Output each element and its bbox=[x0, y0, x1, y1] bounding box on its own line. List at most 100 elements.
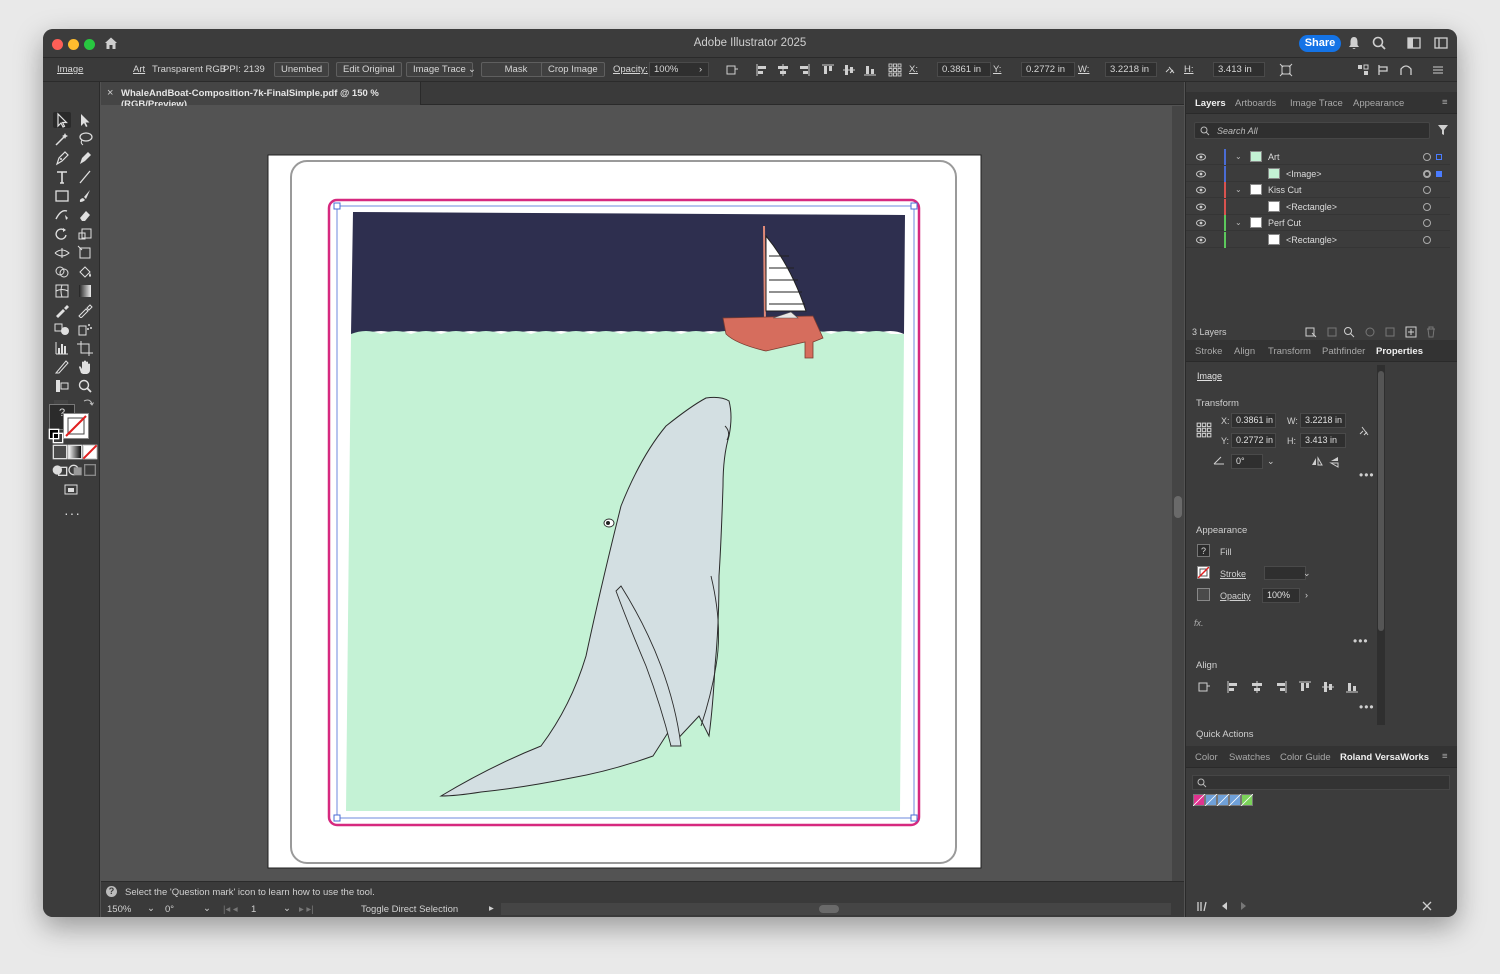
properties-scroll-thumb[interactable] bbox=[1378, 371, 1384, 631]
tab-layers[interactable]: Layers bbox=[1195, 98, 1226, 109]
target-circle-icon[interactable] bbox=[1423, 219, 1431, 227]
layer-name[interactable]: <Rectangle> bbox=[1286, 235, 1337, 245]
status-menu-arrow-icon[interactable]: ▸ bbox=[489, 903, 494, 914]
opacity-label[interactable]: Opacity: bbox=[613, 64, 648, 75]
align-bottom-icon[interactable] bbox=[863, 63, 877, 77]
properties-selection-type[interactable]: Image bbox=[1197, 371, 1222, 381]
tab-swatches[interactable]: Swatches bbox=[1229, 752, 1270, 763]
opacity-field[interactable]: 100% bbox=[1262, 588, 1300, 603]
print-tiling-tool-icon[interactable] bbox=[53, 378, 71, 394]
layer-name[interactable]: <Image> bbox=[1286, 169, 1322, 179]
measure-tool-icon[interactable] bbox=[76, 302, 94, 319]
align-right-icon[interactable] bbox=[1274, 680, 1288, 694]
rotation-value[interactable]: 0° bbox=[165, 904, 174, 915]
gradient-tool-icon[interactable] bbox=[76, 283, 94, 299]
art-link[interactable]: Art bbox=[133, 64, 145, 75]
angle-dropdown-icon[interactable]: ⌄ bbox=[1267, 456, 1275, 467]
visibility-eye-icon[interactable] bbox=[1196, 203, 1206, 211]
blend-tool-icon[interactable] bbox=[53, 321, 71, 337]
flip-vertical-icon[interactable] bbox=[1328, 455, 1342, 469]
tab-transform[interactable]: Transform bbox=[1268, 346, 1311, 357]
align-middle-icon[interactable] bbox=[1321, 680, 1335, 694]
make-sublayer-icon[interactable] bbox=[1363, 325, 1377, 339]
align-to-selection-icon[interactable] bbox=[1197, 680, 1211, 694]
h-field[interactable]: 3.413 in bbox=[1213, 62, 1265, 77]
prop-h-field[interactable]: 3.413 in bbox=[1300, 433, 1346, 448]
arrange-panels-icon[interactable] bbox=[1433, 35, 1449, 51]
properties-scrollbar[interactable] bbox=[1377, 365, 1385, 725]
lasso-tool-icon[interactable] bbox=[76, 131, 94, 147]
tab-color-guide[interactable]: Color Guide bbox=[1280, 752, 1331, 763]
more-align-options-icon[interactable]: ••• bbox=[1359, 700, 1375, 714]
draw-normal-icon[interactable] bbox=[51, 462, 68, 476]
shaper-tool-icon[interactable] bbox=[53, 207, 71, 223]
screen-mode-icon[interactable] bbox=[62, 482, 80, 498]
search-icon[interactable] bbox=[1371, 35, 1387, 51]
stroke-label[interactable]: Stroke bbox=[1220, 569, 1246, 579]
artboard-dropdown-icon[interactable]: ⌄ bbox=[283, 903, 291, 914]
visibility-eye-icon[interactable] bbox=[1196, 219, 1206, 227]
swatch-options-icon[interactable] bbox=[1420, 899, 1434, 913]
none-mode-icon[interactable] bbox=[81, 444, 98, 460]
align-to-icon[interactable] bbox=[725, 63, 739, 77]
default-fill-stroke-icon[interactable] bbox=[47, 428, 64, 444]
envelope-distort-icon[interactable] bbox=[1399, 63, 1413, 77]
prop-w-field[interactable]: 3.2218 in bbox=[1300, 413, 1346, 428]
collect-export-icon[interactable] bbox=[1304, 325, 1318, 339]
swatch-libraries-icon[interactable] bbox=[1196, 899, 1210, 913]
layer-name[interactable]: Kiss Cut bbox=[1268, 185, 1302, 195]
stroke-swatch[interactable] bbox=[63, 413, 89, 439]
shape-builder-tool-icon[interactable] bbox=[53, 264, 71, 280]
puppet-warp-icon[interactable] bbox=[1377, 63, 1391, 77]
distribute-icon[interactable] bbox=[1356, 63, 1370, 77]
align-right-icon[interactable] bbox=[797, 63, 811, 77]
align-bottom-icon[interactable] bbox=[1345, 680, 1359, 694]
stroke-weight-field[interactable] bbox=[1264, 566, 1306, 580]
close-tab-icon[interactable]: × bbox=[107, 87, 113, 99]
reference-point-icon[interactable] bbox=[1196, 422, 1212, 438]
draw-behind-icon[interactable] bbox=[66, 462, 82, 476]
question-mark-icon[interactable]: ? bbox=[106, 886, 117, 897]
tab-color[interactable]: Color bbox=[1195, 752, 1218, 763]
w-field[interactable]: 3.2218 in bbox=[1105, 62, 1157, 77]
more-appearance-options-icon[interactable]: ••• bbox=[1353, 634, 1369, 648]
column-graph-tool-icon[interactable] bbox=[53, 340, 71, 356]
image-trace-button[interactable]: Image Trace bbox=[406, 62, 473, 77]
stroke-dropdown-icon[interactable]: ⌄ bbox=[1303, 568, 1311, 579]
unembed-button[interactable]: Unembed bbox=[274, 62, 330, 77]
align-top-icon[interactable] bbox=[1298, 680, 1312, 694]
tab-image-trace[interactable]: Image Trace bbox=[1290, 98, 1343, 109]
layer-name[interactable]: Perf Cut bbox=[1268, 218, 1301, 228]
tab-align[interactable]: Align bbox=[1234, 346, 1255, 357]
visibility-eye-icon[interactable] bbox=[1196, 186, 1206, 194]
layer-row-rectangle[interactable]: <Rectangle> bbox=[1186, 199, 1450, 215]
pen-tool-icon[interactable] bbox=[53, 150, 71, 166]
layer-row-perf-cut[interactable]: ⌄ Perf Cut bbox=[1186, 215, 1450, 231]
stroke-swatch-small[interactable] bbox=[1197, 566, 1210, 579]
edit-toolbar-icon[interactable]: ··· bbox=[64, 505, 81, 521]
target-circle-icon[interactable] bbox=[1423, 170, 1431, 178]
expand-chevron-icon[interactable]: ⌄ bbox=[1235, 152, 1242, 161]
workspace-icon[interactable] bbox=[1406, 35, 1422, 51]
target-circle-icon[interactable] bbox=[1423, 153, 1431, 161]
document-tab[interactable]: × WhaleAndBoat-Composition-7k-FinalSimpl… bbox=[101, 82, 421, 110]
scale-tool-icon[interactable] bbox=[76, 226, 94, 242]
next-swatch-icon[interactable] bbox=[1236, 899, 1250, 913]
artboard-tool-icon[interactable] bbox=[76, 340, 94, 356]
align-left-icon[interactable] bbox=[1226, 680, 1240, 694]
artboard-number[interactable]: 1 bbox=[251, 904, 256, 915]
align-center-icon[interactable] bbox=[776, 63, 790, 77]
visibility-eye-icon[interactable] bbox=[1196, 153, 1206, 161]
more-transform-options-icon[interactable]: ••• bbox=[1359, 468, 1375, 482]
bell-icon[interactable] bbox=[1346, 35, 1362, 51]
target-circle-icon[interactable] bbox=[1423, 236, 1431, 244]
magic-wand-tool-icon[interactable] bbox=[53, 131, 71, 147]
locate-object-icon[interactable] bbox=[1342, 325, 1356, 339]
rotation-dropdown-icon[interactable]: ⌄ bbox=[203, 903, 211, 914]
type-tool-icon[interactable] bbox=[53, 169, 71, 185]
opacity-arrow-icon[interactable]: › bbox=[1305, 590, 1308, 600]
new-sublayer-icon[interactable] bbox=[1383, 325, 1397, 339]
edit-original-button[interactable]: Edit Original bbox=[336, 62, 402, 77]
gradient-mode-icon[interactable] bbox=[66, 444, 83, 460]
zoom-tool-icon[interactable] bbox=[76, 378, 94, 394]
